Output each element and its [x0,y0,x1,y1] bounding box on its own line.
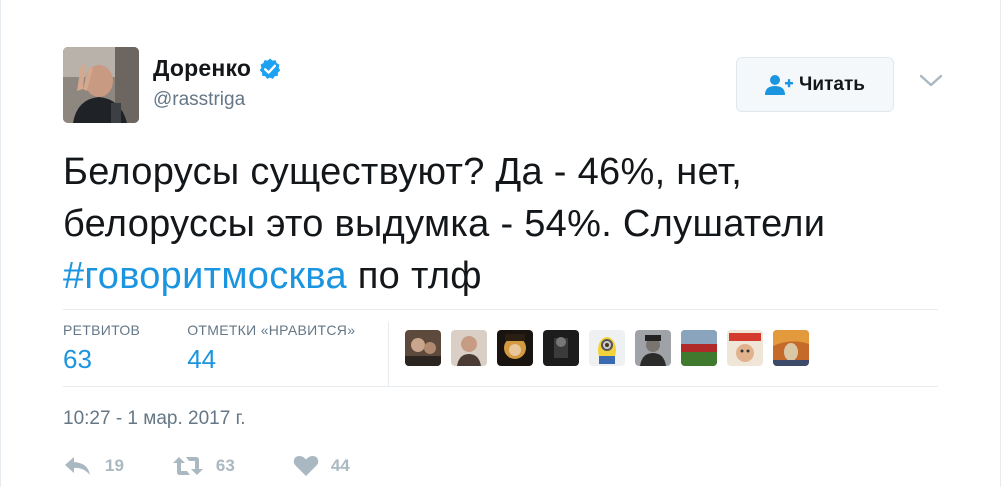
liker-avatar[interactable] [773,330,809,366]
retweet-action[interactable]: 63 [172,455,235,477]
likes-label: ОТМЕТКИ «НРАВИТСЯ» [187,322,356,338]
liker-avatar[interactable] [405,330,441,366]
author-name[interactable]: Доренко [153,55,251,82]
author-avatar-image [63,47,139,123]
divider-top [63,309,938,310]
follow-button[interactable]: Читать [736,57,894,112]
divider-bottom [63,386,938,387]
liker-avatar[interactable] [451,330,487,366]
tweet-text: Белорусы существуют? Да - 46%, нет, бело… [63,146,963,302]
reply-count: 19 [105,456,124,475]
verified-badge-icon [259,58,281,79]
liker-avatar[interactable] [589,330,625,366]
reply-icon [65,457,90,475]
retweets-stat[interactable]: РЕТВИТОВ 63 [63,322,140,386]
likers-avatars [405,330,809,366]
tweet-stats: РЕТВИТОВ 63 ОТМЕТКИ «НРАВИТСЯ» 44 [63,322,402,386]
stats-separator [388,322,389,386]
liker-avatar[interactable] [635,330,671,366]
follow-button-label: Читать [799,73,865,95]
liker-avatar[interactable] [681,330,717,366]
hashtag-link[interactable]: #говоритмосква [63,255,347,297]
tweet-actions: 19 63 44 [63,455,392,477]
add-user-icon [765,74,794,95]
retweet-count: 63 [215,456,235,475]
author-avatar[interactable] [63,47,139,123]
like-count: 44 [330,456,350,475]
card-border-left [0,0,1,487]
tweet-text-line-1: Белорусы существуют? Да - 46%, нет, [63,151,743,193]
like-action[interactable]: 44 [293,455,350,477]
liker-avatar[interactable] [727,330,763,366]
retweet-icon [172,457,203,475]
liker-avatar[interactable] [543,330,579,366]
likes-stat[interactable]: ОТМЕТКИ «НРАВИТСЯ» 44 [187,322,355,386]
tweet-text-tail: по тлф [346,255,482,297]
tweet-text-line-3: #говоритмосква по тлф [63,250,963,302]
heart-icon [293,456,319,476]
reply-action[interactable]: 19 [63,455,124,477]
tweet-text-line-2: белоруссы это выдумка - 54%. Слушатели [63,203,826,245]
chevron-down-icon[interactable] [918,73,944,89]
author-name-row: Доренко [153,55,282,82]
retweets-count: 63 [63,344,92,374]
likes-count: 44 [187,344,217,374]
author-handle[interactable]: @rasstriga [153,89,245,111]
tweet-timestamp[interactable]: 10:27 - 1 мар. 2017 г. [63,408,245,430]
retweets-label: РЕТВИТОВ [63,322,141,338]
liker-avatar[interactable] [497,330,533,366]
